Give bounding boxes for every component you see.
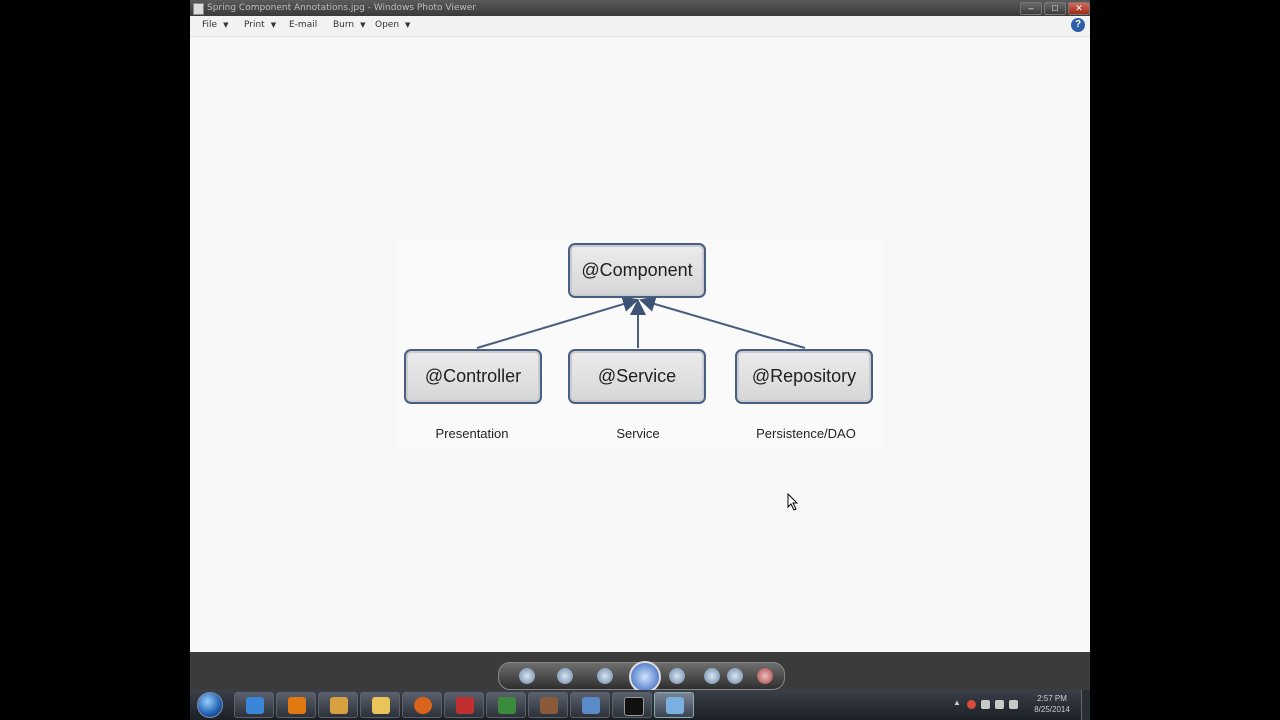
system-clock[interactable]: 2:57 PM 8/25/2014	[1030, 693, 1074, 715]
menu-file-label: File	[202, 20, 218, 30]
terminal-icon	[624, 697, 644, 716]
previous-icon[interactable]	[597, 668, 613, 684]
photo-viewer-window: Spring Component Annotations.jpg - Windo…	[190, 0, 1090, 690]
taskbar-app-red[interactable]	[444, 692, 484, 718]
delete-icon[interactable]	[757, 668, 773, 684]
taskbar-ie[interactable]	[234, 692, 274, 718]
menu-email[interactable]: E-mail	[289, 20, 317, 30]
actual-size-icon[interactable]	[557, 668, 573, 684]
help-icon[interactable]: ?	[1071, 18, 1085, 32]
viewer-toolbar	[498, 661, 785, 693]
app-icon	[498, 697, 516, 714]
annotation-diagram: @Component @Controller @Service @Reposit…	[397, 238, 882, 450]
taskbar-app-green[interactable]	[486, 692, 526, 718]
connector-repository	[639, 296, 806, 349]
layer-label-service: Service	[616, 426, 660, 441]
chevron-down-icon: ▼	[270, 21, 277, 29]
app-icon	[582, 697, 600, 714]
rotate-left-icon[interactable]	[704, 668, 720, 684]
clock-date: 8/25/2014	[1034, 705, 1070, 714]
app-icon	[193, 3, 204, 15]
taskbar-vlc[interactable]	[276, 692, 316, 718]
action-center-icon[interactable]	[1009, 700, 1018, 709]
ie-icon	[246, 697, 264, 714]
menu-print[interactable]: Print ▼	[244, 20, 276, 30]
controller-node: @Controller	[404, 349, 542, 404]
menu-file[interactable]: File ▼	[202, 20, 228, 30]
service-node: @Service	[568, 349, 706, 404]
tray-expand-icon[interactable]: ▲	[953, 698, 962, 707]
slideshow-icon[interactable]	[629, 661, 661, 693]
media-player-icon	[330, 697, 348, 714]
chevron-down-icon: ▼	[223, 21, 229, 29]
menu-open[interactable]: Open ▼	[375, 20, 410, 30]
mouse-cursor-icon	[787, 493, 799, 511]
taskbar-explorer[interactable]	[360, 692, 400, 718]
clock-time: 2:57 PM	[1037, 694, 1067, 703]
tray-app-icon[interactable]	[967, 700, 976, 709]
firefox-icon	[414, 697, 432, 714]
viewer-bottom-bar	[190, 652, 1090, 693]
volume-icon[interactable]	[981, 700, 990, 709]
taskbar-app-blue[interactable]	[570, 692, 610, 718]
network-icon[interactable]	[995, 700, 1004, 709]
menu-print-label: Print	[244, 20, 265, 30]
component-node: @Component	[568, 243, 706, 298]
image-canvas: @Component @Controller @Service @Reposit…	[190, 37, 1090, 652]
title-bar[interactable]: Spring Component Annotations.jpg - Windo…	[190, 0, 1090, 16]
repository-node: @Repository	[735, 349, 873, 404]
close-button[interactable]: ✕	[1068, 2, 1090, 15]
chevron-down-icon: ▼	[405, 21, 411, 29]
layer-label-persistence: Persistence/DAO	[756, 426, 856, 441]
taskbar-firefox[interactable]	[402, 692, 442, 718]
photo-viewer-icon	[666, 697, 684, 714]
show-desktop-button[interactable]	[1081, 690, 1090, 720]
folder-icon	[372, 697, 390, 714]
minimize-button[interactable]: –	[1020, 2, 1042, 15]
vlc-icon	[288, 697, 306, 714]
menu-email-label: E-mail	[289, 20, 318, 30]
chevron-down-icon: ▼	[360, 21, 366, 29]
taskbar-media[interactable]	[318, 692, 358, 718]
layer-label-presentation: Presentation	[435, 426, 509, 441]
rotate-right-icon[interactable]	[727, 668, 743, 684]
connector-controller	[476, 296, 639, 349]
taskbar: ▲ 2:57 PM 8/25/2014	[190, 690, 1090, 720]
gallery-icon[interactable]	[519, 668, 535, 684]
menu-open-label: Open	[375, 20, 400, 30]
taskbar-photo-viewer[interactable]	[654, 692, 694, 718]
menu-burn[interactable]: Burn ▼	[333, 20, 366, 30]
menu-bar: File ▼ Print ▼ E-mail Burn ▼ Open ▼ ?	[190, 16, 1090, 37]
menu-burn-label: Burn	[333, 20, 355, 30]
next-icon[interactable]	[669, 668, 685, 684]
window-title: Spring Component Annotations.jpg - Windo…	[207, 3, 476, 13]
maximize-button[interactable]: □	[1044, 2, 1066, 15]
taskbar-cmd[interactable]	[612, 692, 652, 718]
app-icon	[456, 697, 474, 714]
start-button[interactable]	[197, 692, 223, 718]
app-icon	[540, 697, 558, 714]
taskbar-app-brown[interactable]	[528, 692, 568, 718]
